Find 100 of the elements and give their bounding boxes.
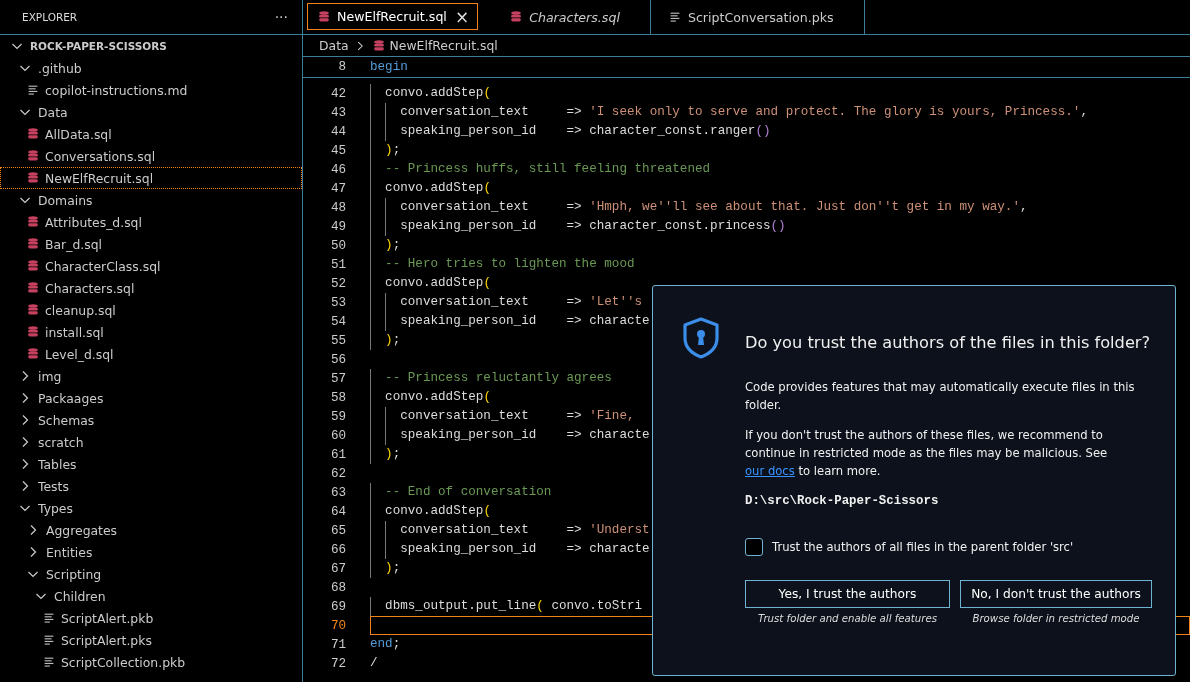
tab-label: NewElfRecruit.sql — [337, 9, 447, 24]
line-number: 67 — [329, 561, 346, 576]
line-number: 66 — [329, 542, 346, 557]
checkbox[interactable] — [745, 538, 763, 556]
tree-item[interactable]: install.sql — [0, 321, 302, 343]
editor-tab[interactable]: Characters.sql — [482, 0, 651, 34]
explorer-title: EXPLORER — [22, 11, 78, 23]
document-lines-icon — [26, 83, 40, 97]
breadcrumb-item[interactable]: NewElfRecruit.sql — [389, 38, 498, 53]
more-actions-button[interactable]: ··· — [270, 9, 292, 25]
code-line: conversation_text => 'Underst — [399, 522, 650, 539]
code-line: conversation_text => 'Let''s — [399, 294, 643, 311]
database-icon — [26, 215, 40, 229]
line-number: 63 — [329, 485, 346, 500]
line-number: 56 — [329, 352, 346, 367]
line-number: 52 — [329, 276, 346, 291]
line-number: 49 — [329, 219, 346, 234]
code-line: -- Princess huffs, still feeling threatened — [384, 161, 711, 178]
editor-tab[interactable]: ScriptConversation.pks — [650, 0, 865, 34]
tree-item[interactable]: Domains — [0, 189, 302, 211]
line-number: 47 — [329, 181, 346, 196]
database-icon — [317, 9, 331, 24]
docs-link[interactable]: our docs — [745, 464, 795, 478]
code-line: conversation_text => 'Fine, — [399, 408, 635, 425]
line-number: 72 — [329, 656, 346, 671]
tree-item[interactable]: AllData.sql — [0, 123, 302, 145]
tree-item[interactable]: CharacterClass.sql — [0, 255, 302, 277]
code-line: begin — [370, 58, 408, 76]
code-line: / — [370, 655, 378, 672]
tree-item[interactable]: Attributes_d.sql — [0, 211, 302, 233]
line-number: 68 — [329, 580, 346, 595]
tree-item[interactable]: .github — [0, 57, 302, 79]
tree-item[interactable]: Types — [0, 497, 302, 519]
database-icon — [26, 171, 40, 185]
line-number: 42 — [329, 86, 346, 101]
line-number: 57 — [329, 371, 346, 386]
database-icon — [26, 281, 40, 295]
code-line: conversation_text => 'Hmph, we''ll see about that. Just don''t get in my way.', — [399, 199, 1028, 216]
editor-tab[interactable]: NewElfRecruit.sql × — [307, 3, 479, 30]
breadcrumb-item[interactable]: Data — [319, 38, 349, 53]
close-button[interactable]: × — [452, 6, 472, 27]
checkbox-label: Trust the authors of all files in the parent folder 'src' — [772, 540, 1074, 554]
tree-item[interactable]: ROCK-PAPER-SCISSORS — [0, 35, 302, 57]
database-icon — [26, 347, 40, 361]
line-number: 70 — [329, 618, 346, 633]
line-number: 44 — [329, 124, 346, 139]
tree-item[interactable]: scratch — [0, 431, 302, 453]
code-line: convo.addStep( — [384, 275, 491, 292]
tree-item[interactable]: img — [0, 365, 302, 387]
dialog-button[interactable]: No, I don't trust the authors — [960, 580, 1152, 608]
code-line: convo.addStep( — [384, 503, 491, 520]
code-line: -- Hero tries to lighten the mood — [384, 256, 635, 273]
database-icon — [26, 237, 40, 251]
code-line: -- End of conversation — [384, 484, 552, 501]
tree-item[interactable]: Schemas — [0, 409, 302, 431]
database-icon — [371, 38, 386, 53]
code-line: speaking_person_id => characte — [399, 541, 650, 558]
database-icon — [26, 303, 40, 317]
document-lines-icon — [42, 611, 56, 625]
tree-item[interactable]: Bar_d.sql — [0, 233, 302, 255]
code-line: speaking_person_id => characte — [399, 313, 650, 330]
line-number: 60 — [329, 428, 346, 443]
line-number: 59 — [329, 409, 346, 424]
line-number: 71 — [329, 637, 346, 652]
tree-item[interactable]: ScriptCollection.pkb — [0, 651, 302, 673]
tree-item[interactable]: copilot-instructions.md — [0, 79, 302, 101]
database-icon — [509, 10, 524, 24]
code-line: ); — [384, 446, 401, 463]
line-number: 43 — [329, 105, 346, 120]
code-line: -- Princess reluctantly agrees — [384, 370, 612, 387]
line-number: 46 — [329, 162, 346, 177]
tree-item[interactable]: Tests — [0, 475, 302, 497]
tree-item[interactable]: Data — [0, 101, 302, 123]
button-caption: Trust folder and enable all features — [757, 613, 938, 624]
tree-item[interactable]: Aggregates — [0, 519, 302, 541]
line-number: 50 — [329, 238, 346, 253]
tree-item[interactable]: ScriptAlert.pks — [0, 629, 302, 651]
tree-item[interactable]: Level_d.sql — [0, 343, 302, 365]
code-line: convo.addStep( — [384, 180, 491, 197]
line-number: 8 — [337, 60, 346, 74]
tree-item[interactable]: Scripting — [0, 563, 302, 585]
tree-item[interactable]: Children — [0, 585, 302, 607]
tree-item[interactable]: ScriptAlert.pkb — [0, 607, 302, 629]
tab-label: ScriptConversation.pks — [687, 9, 834, 25]
code-line: speaking_person_id => characte — [399, 427, 650, 444]
document-lines-icon — [42, 633, 56, 647]
tree-item[interactable]: Entities — [0, 541, 302, 563]
tree-item[interactable]: NewElfRecruit.sql — [0, 167, 302, 189]
tree-item[interactable]: Characters.sql — [0, 277, 302, 299]
code-line: ); — [384, 332, 401, 349]
tree-item[interactable]: Packaages — [0, 387, 302, 409]
line-number: 65 — [329, 523, 346, 538]
database-icon — [26, 259, 40, 273]
tree-item[interactable]: Conversations.sql — [0, 145, 302, 167]
dialog-button[interactable]: Yes, I trust the authors — [745, 580, 950, 608]
code-line: end; — [370, 636, 401, 653]
line-number: 54 — [329, 314, 346, 329]
tree-item[interactable]: cleanup.sql — [0, 299, 302, 321]
database-icon — [26, 325, 40, 339]
tree-item[interactable]: Tables — [0, 453, 302, 475]
